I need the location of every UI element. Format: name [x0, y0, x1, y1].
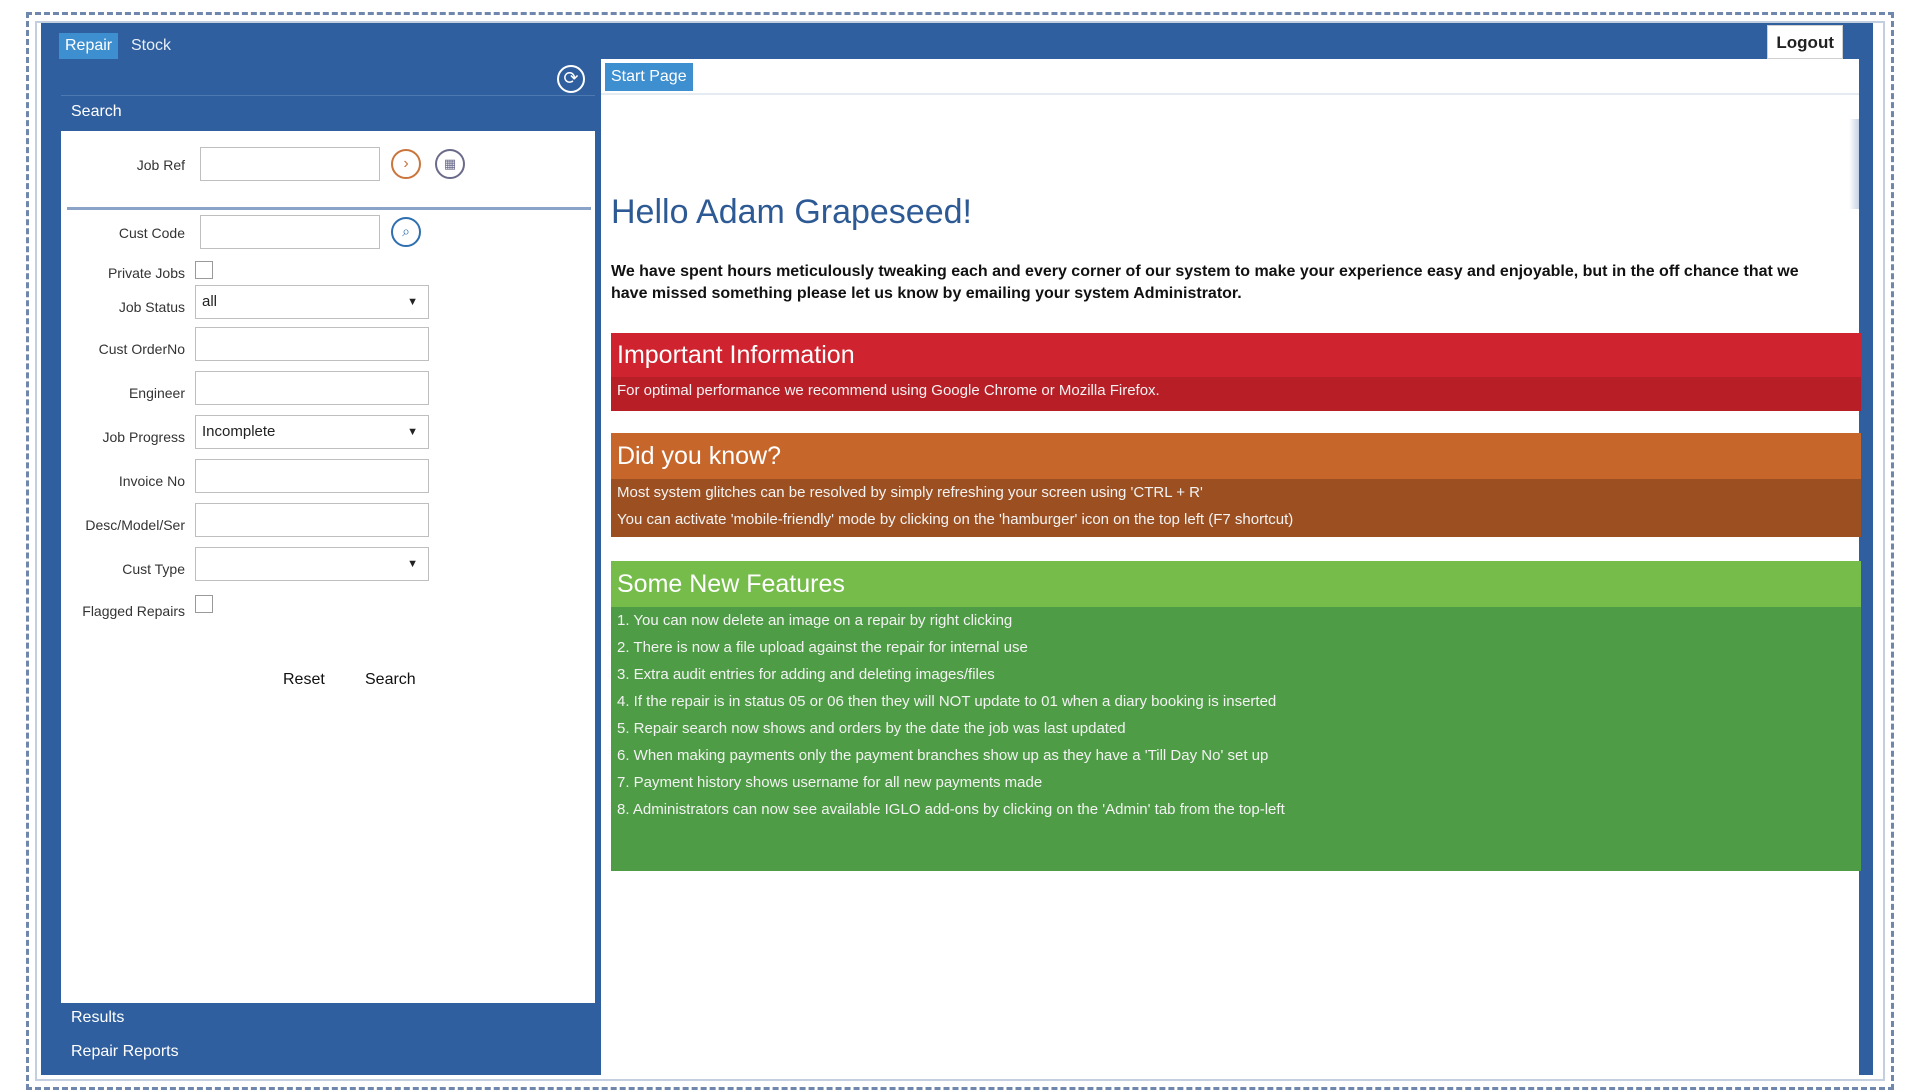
cust-order-no-label: Cust OrderNo: [98, 341, 185, 357]
job-status-select[interactable]: all ▼: [195, 285, 429, 319]
feature-line: 1. You can now delete an image on a repa…: [617, 612, 1013, 629]
main-content: Start Page Hello Adam Grapeseed! We have…: [601, 59, 1861, 1075]
chevron-down-icon: ▼: [407, 426, 418, 438]
cust-code-label: Cust Code: [118, 225, 185, 241]
tab-start-page[interactable]: Start Page: [605, 63, 693, 91]
feature-line: 8. Administrators can now see available …: [617, 801, 1285, 818]
new-features-title: Some New Features: [611, 561, 1861, 607]
tip-line: Most system glitches can be resolved by …: [617, 484, 1203, 501]
search-button[interactable]: Search: [365, 671, 416, 689]
sidebar-header: ⟳ Search: [61, 59, 595, 131]
cust-order-no-input[interactable]: [195, 327, 429, 361]
feature-line: 2. There is now a file upload against th…: [617, 639, 1028, 656]
flagged-repairs-checkbox[interactable]: [195, 595, 213, 613]
flagged-repairs-label: Flagged Repairs: [82, 603, 185, 619]
sidebar-footer: Results Repair Reports: [61, 1003, 595, 1075]
job-progress-value: Incomplete: [202, 423, 276, 440]
chevron-down-icon: ▼: [407, 296, 418, 308]
section-divider: [67, 207, 591, 210]
intro-text: We have spent hours meticulously tweakin…: [611, 263, 1799, 302]
app-window: Repair Stock Logout ⟳ Search Job Ref › ▦…: [41, 23, 1873, 1075]
job-status-label: Job Status: [118, 299, 185, 315]
new-features-panel: Some New Features 1. You can now delete …: [611, 561, 1861, 871]
desc-model-ser-label: Desc/Model/Ser: [85, 517, 185, 533]
sidebar-title[interactable]: Search: [71, 103, 122, 121]
did-you-know-panel: Did you know? Most system glitches can b…: [611, 433, 1861, 537]
search-icon[interactable]: ⌕: [391, 217, 421, 247]
header-divider: [61, 95, 595, 96]
invoice-no-input[interactable]: [195, 459, 429, 493]
did-you-know-title: Did you know?: [611, 433, 1861, 479]
cust-code-input[interactable]: [200, 215, 380, 249]
go-arrow-icon[interactable]: ›: [391, 149, 421, 179]
chevron-down-icon: ▼: [407, 558, 418, 570]
feature-line: 3. Extra audit entries for adding and de…: [617, 666, 995, 683]
cust-type-label: Cust Type: [122, 561, 185, 577]
feature-line: 7. Payment history shows username for al…: [617, 774, 1043, 791]
reset-button[interactable]: Reset: [283, 671, 325, 689]
tip-line: You can activate 'mobile-friendly' mode …: [617, 511, 1294, 528]
private-jobs-checkbox[interactable]: [195, 261, 213, 279]
feature-line: 4. If the repair is in status 05 or 06 t…: [617, 693, 1277, 710]
content-tab-strip: Start Page: [601, 59, 1859, 95]
tab-stock[interactable]: Stock: [125, 33, 177, 59]
calendar-icon[interactable]: ▦: [435, 149, 465, 179]
job-ref-label: Job Ref: [136, 157, 185, 173]
sidebar-item-results[interactable]: Results: [71, 1009, 124, 1027]
sidebar-item-repair-reports[interactable]: Repair Reports: [71, 1043, 179, 1061]
tab-repair[interactable]: Repair: [59, 33, 119, 59]
page-title: Hello Adam Grapeseed!: [611, 193, 972, 231]
job-status-value: all: [202, 293, 218, 310]
engineer-input[interactable]: [195, 371, 429, 405]
job-ref-input[interactable]: [200, 147, 380, 181]
desc-model-ser-input[interactable]: [195, 503, 429, 537]
logout-button[interactable]: Logout: [1767, 25, 1843, 59]
top-navigation-bar: Repair Stock Logout: [41, 23, 1873, 59]
screenshot-frame: Repair Stock Logout ⟳ Search Job Ref › ▦…: [26, 12, 1894, 1090]
feature-line: 5. Repair search now shows and orders by…: [617, 720, 1126, 737]
scroll-shadow: [1849, 119, 1859, 209]
job-progress-label: Job Progress: [102, 429, 185, 445]
private-jobs-label: Private Jobs: [107, 265, 185, 281]
refresh-icon[interactable]: ⟳: [557, 65, 585, 93]
important-information-panel: Important Information For optimal perfor…: [611, 333, 1861, 411]
job-progress-select[interactable]: Incomplete ▼: [195, 415, 429, 449]
engineer-label: Engineer: [128, 385, 185, 401]
cust-type-select[interactable]: ▼: [195, 547, 429, 581]
feature-line: 6. When making payments only the payment…: [617, 747, 1269, 764]
important-information-body: For optimal performance we recommend usi…: [611, 377, 1861, 411]
invoice-no-label: Invoice No: [118, 473, 185, 489]
info-line: For optimal performance we recommend usi…: [617, 382, 1160, 399]
important-information-title: Important Information: [611, 333, 1861, 377]
search-sidebar: ⟳ Search Job Ref › ▦ Cust Code ⌕ Private…: [61, 59, 595, 1075]
